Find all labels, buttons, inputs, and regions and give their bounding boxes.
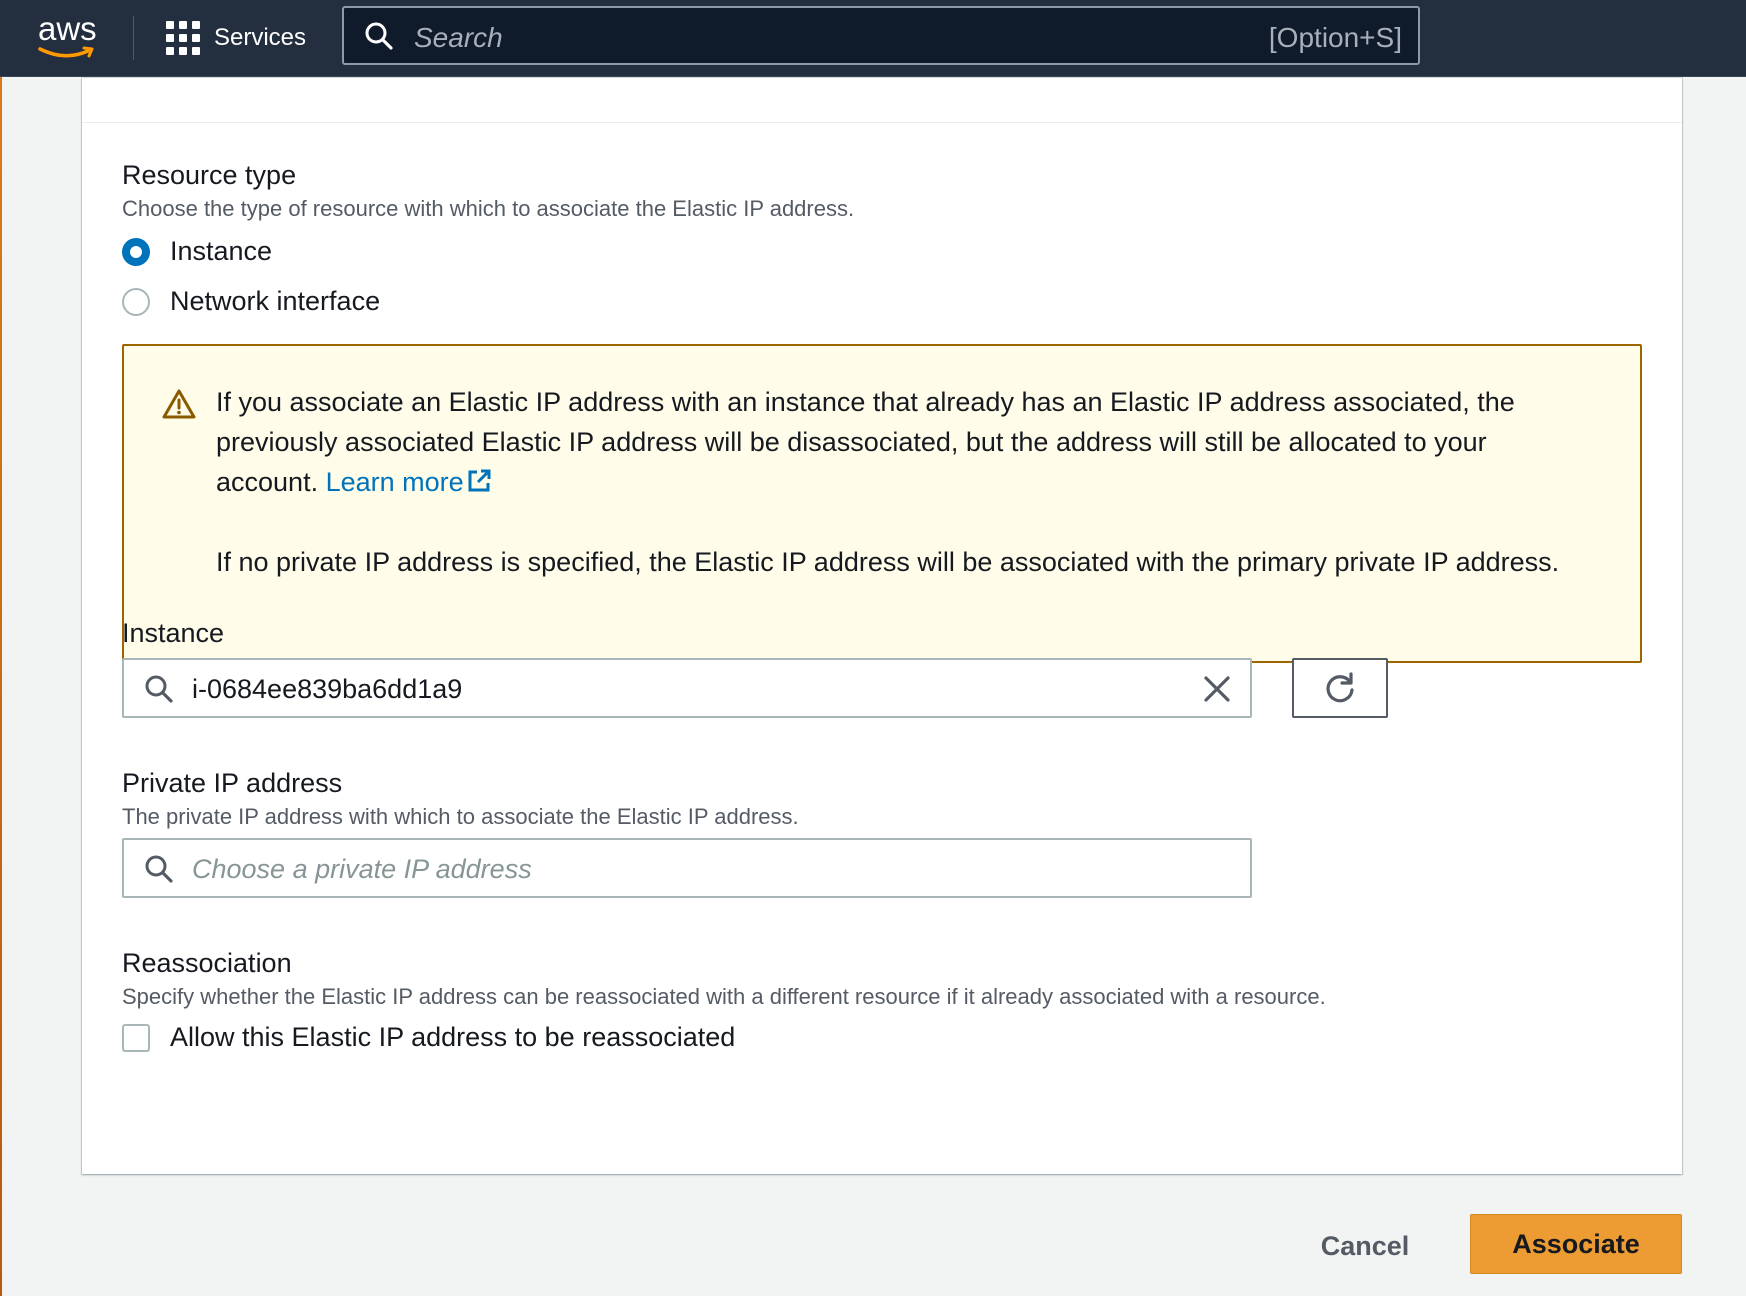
radio-option-network-interface[interactable]: Network interface [122, 286, 380, 317]
search-placeholder: Search [414, 22, 503, 53]
search-icon [145, 855, 173, 883]
left-accent-stripe [0, 0, 2, 1296]
associate-elastic-ip-form-card: Resource type Choose the type of resourc… [82, 78, 1682, 1174]
radio-instance-label: Instance [170, 236, 273, 266]
reassociation-checkbox-label: Allow this Elastic IP address to be reas… [170, 1022, 736, 1052]
warning-alert: If you associate an Elastic IP address w… [122, 344, 1642, 663]
instance-input-value: i-0684ee839ba6dd1a9 [192, 674, 463, 704]
alert-paragraph-2: If no private IP address is specified, t… [216, 547, 1560, 577]
radio-instance-selected[interactable] [122, 237, 150, 266]
top-navigation-bar: aws Services Search [Option+S] [0, 0, 1746, 77]
resource-type-label: Resource type [122, 160, 297, 190]
instance-field-label: Instance [122, 618, 225, 648]
clear-icon[interactable] [1202, 674, 1232, 704]
global-search-input[interactable]: Search [Option+S] [342, 6, 1420, 65]
services-label: Services [214, 24, 307, 51]
alert-text: If you associate an Elastic IP address w… [216, 382, 1596, 582]
external-link-icon [468, 469, 491, 492]
alert-paragraph-1: If you associate an Elastic IP address w… [216, 382, 1596, 502]
associate-button[interactable]: Associate [1470, 1214, 1682, 1274]
nav-divider [133, 16, 134, 60]
grid-menu-icon [166, 21, 200, 55]
aws-logo-text: aws [38, 10, 97, 47]
resource-type-description: Choose the type of resource with which t… [122, 196, 855, 221]
private-ip-description: The private IP address with which to ass… [122, 804, 799, 829]
reassociation-label: Reassociation [122, 948, 292, 978]
learn-more-label: Learn more [325, 467, 464, 497]
reassociation-checkbox[interactable] [122, 1023, 150, 1052]
private-ip-search-input[interactable]: Choose a private IP address [122, 838, 1252, 898]
warning-icon [162, 389, 196, 419]
private-ip-label: Private IP address [122, 768, 343, 798]
radio-network-interface[interactable] [122, 287, 150, 316]
private-ip-placeholder: Choose a private IP address [192, 854, 532, 884]
learn-more-link[interactable]: Learn more [326, 467, 492, 497]
card-header-strip [82, 78, 1682, 123]
search-icon [145, 675, 173, 703]
search-shortcut-hint: [Option+S] [1268, 22, 1402, 53]
radio-network-interface-label: Network interface [170, 286, 381, 316]
reassociation-checkbox-row[interactable]: Allow this Elastic IP address to be reas… [122, 1022, 735, 1053]
radio-option-instance[interactable]: Instance [122, 236, 272, 267]
instance-search-input[interactable]: i-0684ee839ba6dd1a9 [122, 658, 1252, 718]
aws-smile-icon [38, 46, 94, 58]
aws-logo[interactable]: aws [30, 10, 110, 66]
refresh-instances-button[interactable] [1292, 658, 1388, 718]
refresh-icon [1326, 672, 1354, 703]
search-icon [365, 22, 393, 50]
cancel-button[interactable]: Cancel [1290, 1218, 1440, 1274]
services-menu-button[interactable]: Services [166, 18, 306, 58]
reassociation-description: Specify whether the Elastic IP address c… [122, 984, 1326, 1009]
